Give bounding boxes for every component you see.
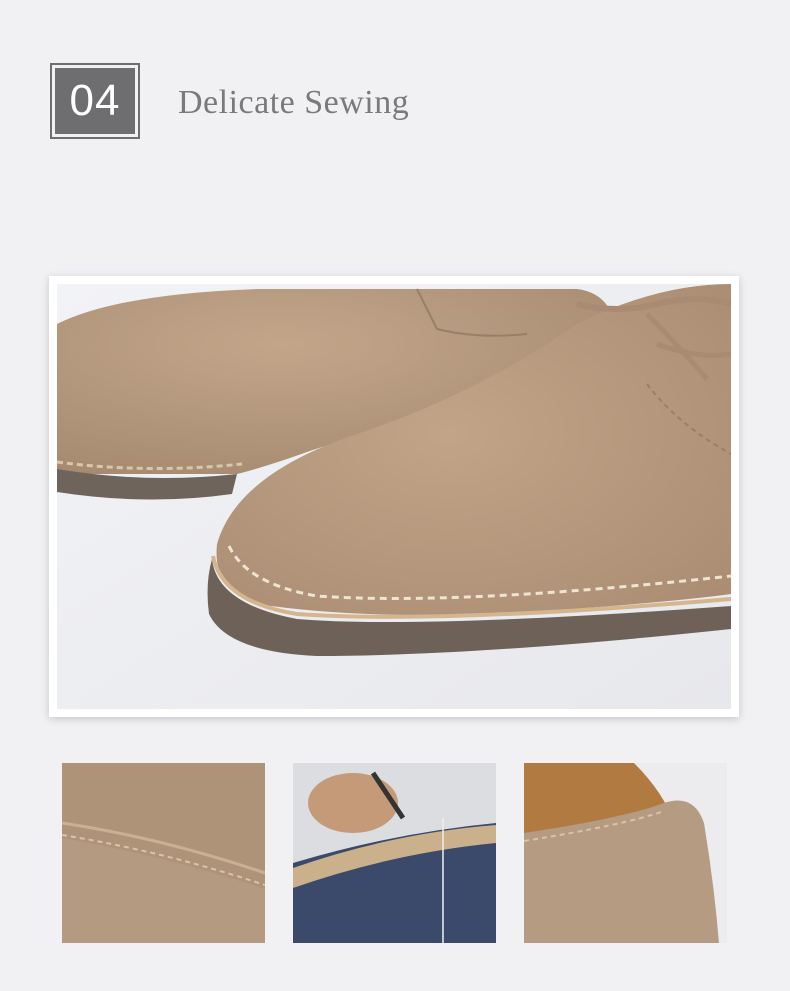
suede-texture-stitch-photo — [62, 763, 265, 943]
suede-shoes-closeup-photo — [57, 284, 731, 709]
section-title: Delicate Sewing — [178, 84, 410, 121]
main-photo-frame — [49, 276, 739, 717]
shoe-heel-collar-photo — [524, 763, 727, 943]
section-number: 04 — [55, 68, 135, 134]
hand-stitching-sole-photo — [293, 763, 496, 943]
section-number-badge: 04 — [50, 63, 140, 139]
